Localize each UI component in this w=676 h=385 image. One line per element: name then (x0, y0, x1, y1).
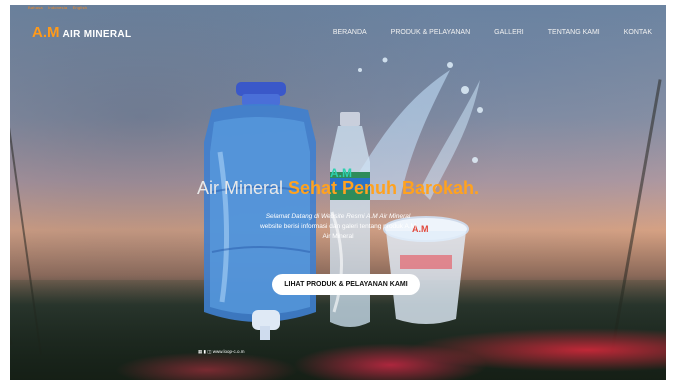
nav-produk-pelayanan[interactable]: PRODUK & PELAYANAN (391, 29, 471, 36)
logo-primary: A.M (32, 24, 60, 41)
language-option[interactable]: English (73, 5, 88, 10)
main-navigation: BERANDA PRODUK & PELAYANAN GALLERI TENTA… (333, 29, 676, 36)
caption-icon: ▦ ▮ ◫ (198, 349, 213, 354)
water-gallon-image (204, 82, 316, 340)
hero-welcome-text: Selamat Datang di Website Resmi A.M Air … (265, 213, 411, 220)
nav-kontak[interactable]: KONTAK (624, 29, 652, 36)
hero-title-plain: Air Mineral (196, 178, 283, 198)
hero-description: website berisi informasi dan galeri tent… (259, 223, 417, 240)
footer-caption: ▦ ▮ ◫ www.loop-c.o.m (198, 349, 245, 355)
site-logo[interactable]: A.M AIR MINERAL (32, 24, 131, 42)
hero-title: Air Mineral Sehat Penuh Barokah. (0, 178, 676, 199)
caption-text: www.loop-c.o.m (212, 349, 245, 354)
language-switcher: Bahasa Indonesia English (28, 5, 91, 10)
language-option[interactable]: Bahasa (28, 5, 43, 10)
hero-subtitle: Selamat Datang di Website Resmi A.M Air … (258, 212, 418, 242)
nav-beranda[interactable]: BERANDA (333, 29, 367, 36)
view-products-button[interactable]: LIHAT PRODUK & PELAYANAN KAMI (272, 274, 420, 295)
nav-galleri[interactable]: GALLERI (494, 29, 524, 36)
language-option[interactable]: Indonesia (48, 5, 67, 10)
hero-title-accent: Sehat Penuh Barokah. (287, 178, 480, 198)
logo-secondary: AIR MINERAL (62, 29, 132, 40)
nav-tentang-kami[interactable]: TENTANG KAMI (548, 29, 600, 36)
